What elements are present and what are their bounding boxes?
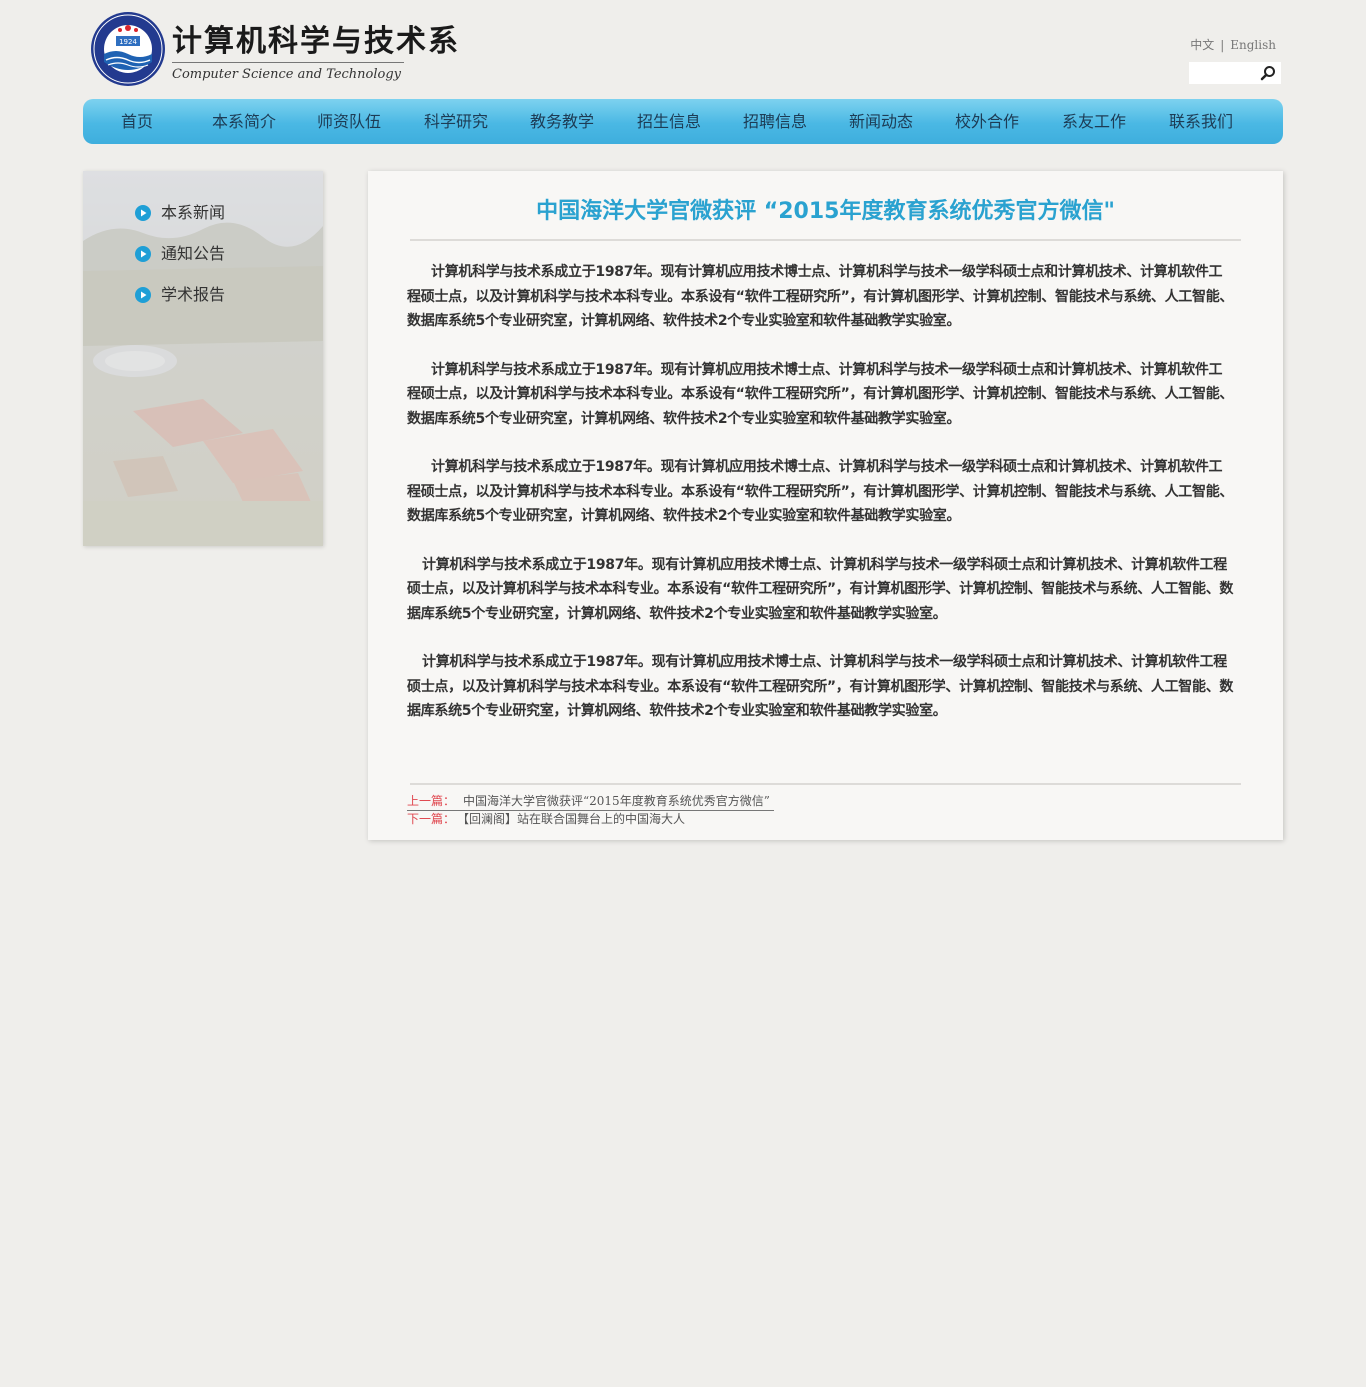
nav-item-teaching[interactable]: 教务教学 (530, 99, 594, 144)
nav-item-faculty[interactable]: 师资队伍 (317, 99, 381, 144)
article-paragraph: 计算机科学与技术系成立于1987年。现有计算机应用技术博士点、计算机科学与技术一… (407, 459, 1234, 524)
sidebar-item-label: 通知公告 (161, 244, 226, 263)
prev-article-link[interactable]: 中国海洋大学官微获评“2015年度教育系统优秀官方微信” (463, 794, 770, 808)
nav-item-home[interactable]: 首页 (121, 99, 153, 144)
play-circle-icon (135, 246, 151, 262)
page: 1924 计算机科学与技术系 Computer Science and Tech… (0, 0, 1366, 1387)
nav-item-news[interactable]: 新闻动态 (849, 99, 913, 144)
site-logo[interactable]: 1924 计算机科学与技术系 Computer Science and Tech… (90, 10, 458, 90)
nav-item-cooperation[interactable]: 校外合作 (955, 99, 1019, 144)
article-panel: 中国海洋大学官微获评 “2015年度教育系统优秀官方微信" 计算机科学与技术系成… (368, 171, 1283, 840)
nav-item-contact[interactable]: 联系我们 (1169, 99, 1233, 144)
nav-item-alumni[interactable]: 系友工作 (1062, 99, 1126, 144)
main-nav: 首页 本系简介 师资队伍 科学研究 教务教学 招生信息 招聘信息 新闻动态 校外… (83, 99, 1283, 144)
article-body: 计算机科学与技术系成立于1987年。现有计算机应用技术博士点、计算机科学与技术一… (407, 260, 1235, 748)
sidebar-item-label: 学术报告 (161, 285, 226, 304)
university-seal-logo: 1924 (91, 12, 165, 86)
play-circle-icon (135, 205, 151, 221)
title-divider (410, 239, 1241, 241)
next-article-row: 下一篇： 【回澜阁】站在联合国舞台上的中国海大人 (407, 811, 774, 828)
sidebar-item-label: 本系新闻 (161, 203, 226, 222)
lang-separator: | (1220, 38, 1225, 52)
search-icon[interactable] (1259, 64, 1277, 82)
nav-item-jobs[interactable]: 招聘信息 (743, 99, 807, 144)
language-switcher: 中文 | English (1190, 36, 1276, 53)
article-title: 中国海洋大学官微获评 “2015年度教育系统优秀官方微信" (536, 199, 1115, 224)
sidebar: 本系新闻 通知公告 学术报告 (83, 171, 323, 546)
nav-item-about[interactable]: 本系简介 (212, 99, 276, 144)
seal-year: 1924 (119, 38, 137, 46)
nav-item-research[interactable]: 科学研究 (424, 99, 488, 144)
lang-cn-link[interactable]: 中文 (1190, 38, 1214, 52)
search-input[interactable] (1189, 62, 1253, 84)
article-paragraph: 计算机科学与技术系成立于1987年。现有计算机应用技术博士点、计算机科学与技术一… (407, 264, 1234, 329)
lang-en-link[interactable]: English (1230, 38, 1276, 52)
article-paragraph: 计算机科学与技术系成立于1987年。现有计算机应用技术博士点、计算机科学与技术一… (407, 361, 1234, 427)
site-title-en: Computer Science and Technology (172, 67, 402, 82)
article-paragraph: 计算机科学与技术系成立于1987年。现有计算机应用技术博士点、计算机科学与技术一… (407, 556, 1234, 622)
prev-article-label: 上一篇： (407, 794, 456, 808)
sidebar-item-notices[interactable]: 通知公告 (135, 242, 225, 283)
prev-article-row: 上一篇： 中国海洋大学官微获评“2015年度教育系统优秀官方微信” (407, 793, 774, 811)
sidebar-item-academic-reports[interactable]: 学术报告 (135, 283, 225, 324)
article-paragraph: 计算机科学与技术系成立于1987年。现有计算机应用技术博士点、计算机科学与技术一… (407, 654, 1234, 719)
next-article-label: 下一篇： (407, 812, 456, 826)
site-title-cn: 计算机科学与技术系 (172, 24, 460, 59)
play-circle-icon (135, 287, 151, 303)
article-pager: 上一篇： 中国海洋大学官微获评“2015年度教育系统优秀官方微信” 下一篇： 【回澜… (407, 793, 774, 828)
search-box (1189, 62, 1281, 84)
footer-divider (410, 783, 1241, 785)
nav-item-admissions[interactable]: 招生信息 (637, 99, 701, 144)
sidebar-item-dept-news[interactable]: 本系新闻 (135, 201, 225, 242)
logo-divider (172, 62, 404, 63)
next-article-link[interactable]: 【回澜阁】站在联合国舞台上的中国海大人 (463, 812, 685, 826)
